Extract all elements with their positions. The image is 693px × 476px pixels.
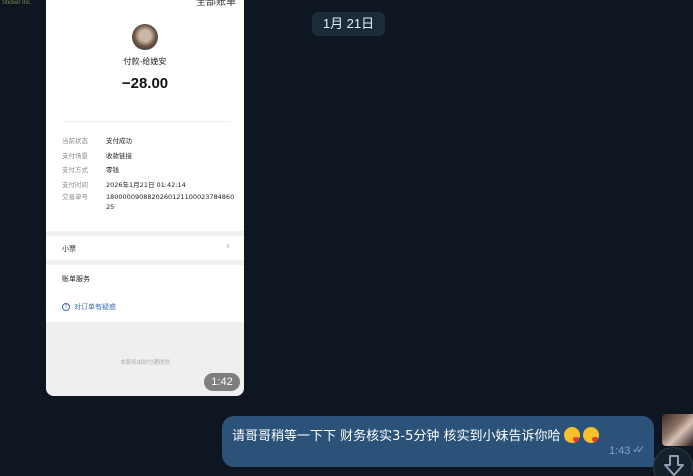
footer-note: 本服务由财付通提供 xyxy=(120,360,170,366)
detail-key: 交易单号 xyxy=(62,193,88,201)
kiss-emoji-icon xyxy=(582,427,599,443)
arrow-down-icon xyxy=(664,455,684,476)
outgoing-message-bubble[interactable]: 请哥哥稍等一下下 财务核实3-5分钟 核实到小妹告诉你哈 1:43 ✓✓ xyxy=(222,416,654,467)
question-link: ? 对订单有疑惑 xyxy=(62,302,116,312)
ticket-row: 小票 › xyxy=(46,236,244,260)
detail-key: 当前状态 xyxy=(62,137,88,145)
payment-screenshot-message[interactable]: ‹ 全部账单 付款-给娩安 −28.00 当前状态 支付成功 支付场景 收款链接… xyxy=(46,0,244,396)
kiss-emoji-icon xyxy=(563,427,580,443)
payment-amount: −28.00 xyxy=(121,75,169,92)
bill-service-label: 账单服务 xyxy=(62,275,90,283)
detail-key: 支付场景 xyxy=(62,151,88,160)
detail-value: 支付成功 xyxy=(106,137,132,145)
detail-value: 180000090882026012110002378486025 xyxy=(106,193,235,211)
detail-value: 零钱 xyxy=(106,166,119,174)
detail-row: 支付方式 零钱 xyxy=(62,163,238,178)
chevron-right-icon: › xyxy=(226,241,230,252)
date-separator: 1月 21日 xyxy=(312,12,385,36)
payment-details: 当前状态 支付成功 支付场景 收款链接 支付方式 零钱 支付时间 2026年1月… xyxy=(62,134,238,212)
back-arrow-icon: ‹ xyxy=(56,0,60,4)
detail-key: 支付方式 xyxy=(62,166,88,174)
scroll-down-button[interactable] xyxy=(653,447,693,476)
payee-avatar xyxy=(132,24,158,50)
message-timestamp: 1:43 xyxy=(609,445,631,457)
detail-value: 收款链接 xyxy=(106,151,132,160)
all-bills-label: 全部账单 xyxy=(196,0,236,8)
question-label: 对订单有疑惑 xyxy=(74,303,116,311)
question-icon: ? xyxy=(62,303,70,311)
message-text-line: 请哥哥稍等一下下 财务核实3-5分钟 核实到小妹告诉你哈 xyxy=(232,425,599,444)
detail-row: 当前状态 支付成功 xyxy=(62,134,238,149)
detail-row: 支付时间 2026年1月21日 01:42:14 xyxy=(62,178,238,193)
avatar[interactable] xyxy=(662,414,693,446)
detail-value: 2026年1月21日 01:42:14 xyxy=(106,180,186,189)
ticket-label: 小票 xyxy=(62,245,76,253)
detail-key: 支付时间 xyxy=(62,180,88,189)
detail-row: 支付场景 收款链接 xyxy=(62,149,238,164)
detail-row: 交易单号 180000090882026012110002378486025 xyxy=(62,192,238,212)
screenshot-topbar: ‹ 全部账单 xyxy=(46,0,244,8)
corner-label: Sticker Inc. xyxy=(2,0,32,6)
read-checkmarks-icon: ✓✓ xyxy=(632,443,646,456)
payee-label: 付款-给娩安 xyxy=(123,57,167,66)
message-text: 请哥哥稍等一下下 财务核实3-5分钟 核实到小妹告诉你哈 xyxy=(232,429,561,444)
divider xyxy=(62,121,230,122)
media-timestamp: 1:42 xyxy=(204,373,240,391)
section-gap xyxy=(46,260,244,265)
